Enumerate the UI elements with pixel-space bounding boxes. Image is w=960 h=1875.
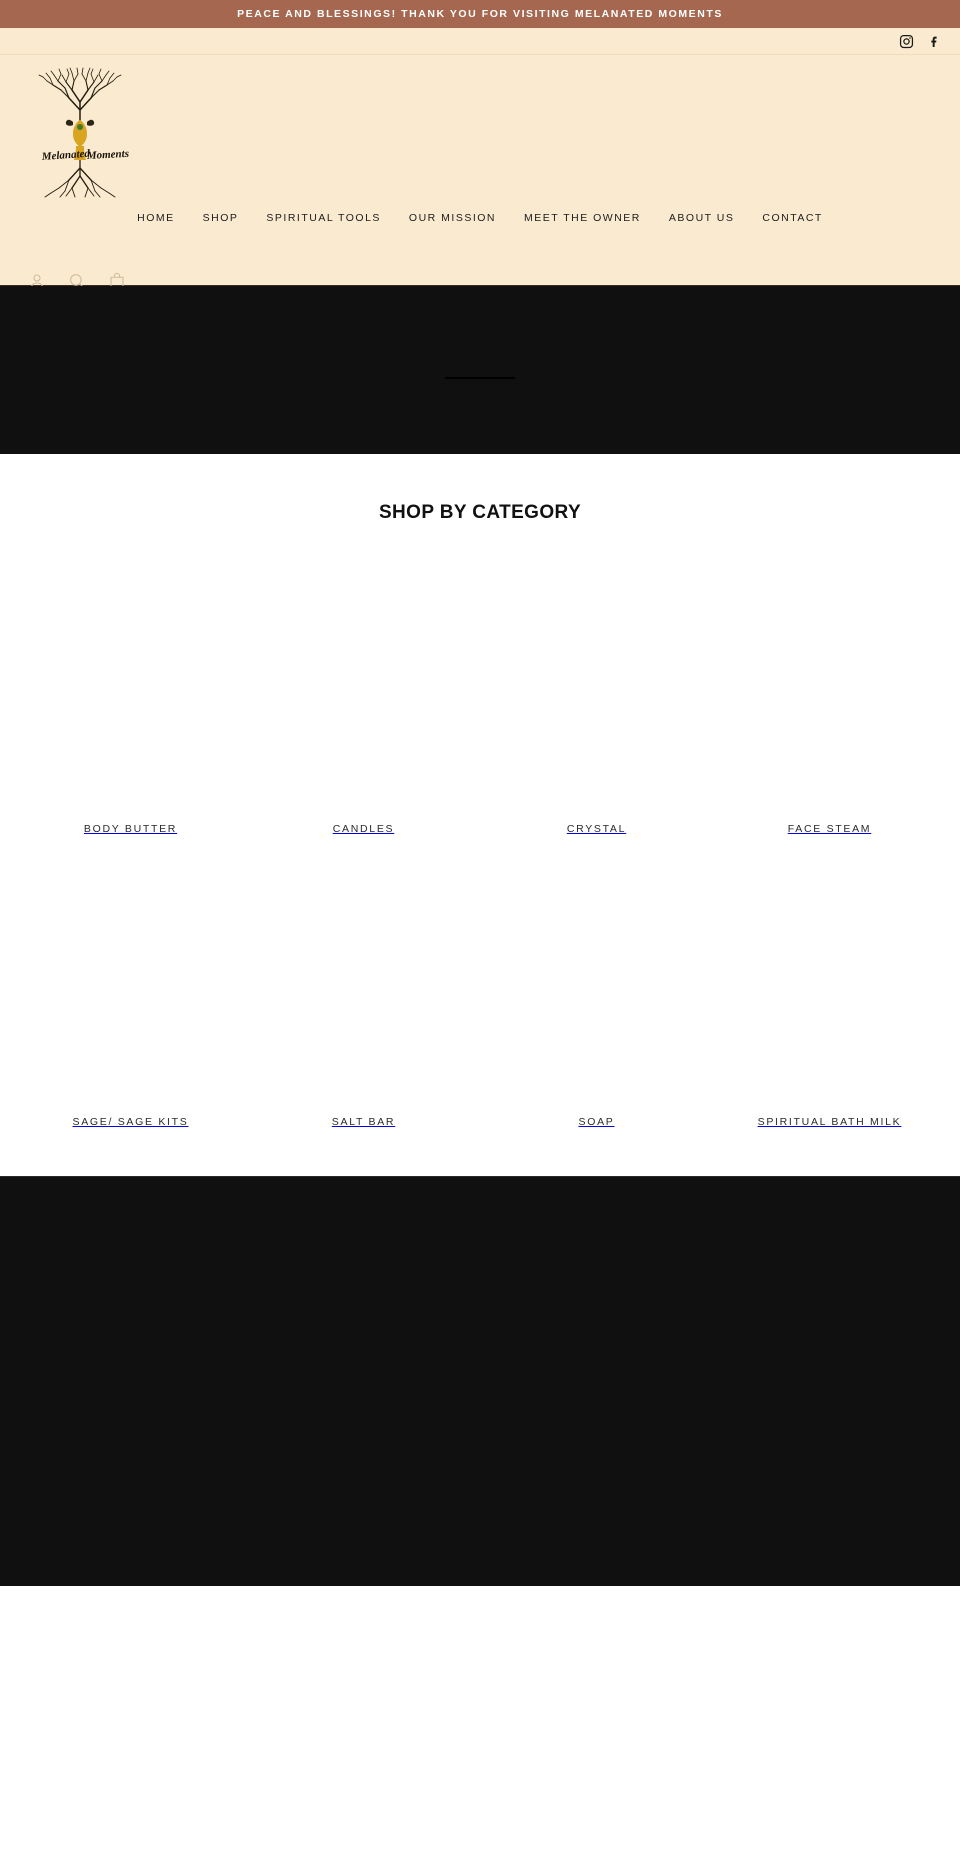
category-thumbnail [247,568,480,814]
category-thumbnail [713,861,946,1107]
nav-item-contact[interactable]: CONTACT [748,206,836,230]
category-thumbnail [14,568,247,814]
category-card-body-butter[interactable]: BODY BUTTER [14,542,247,835]
nav-item-our-mission[interactable]: OUR MISSION [395,206,510,230]
nav-item-shop[interactable]: SHOP [189,206,253,230]
instagram-icon[interactable] [899,34,914,49]
lower-feature-section [0,1176,960,1586]
category-card-spiritual-bath-milk[interactable]: SPIRITUAL BATH MILK [713,835,946,1128]
facebook-icon[interactable] [927,34,942,49]
category-label: CANDLES [332,823,395,835]
nav-item-spiritual-tools[interactable]: SPIRITUAL TOOLS [252,206,395,230]
primary-navigation: HOME SHOP SPIRITUAL TOOLS OUR MISSION ME… [0,206,960,230]
social-links-row [0,28,960,55]
announcement-bar: PEACE AND BLESSINGS! THANK YOU FOR VISIT… [0,0,960,28]
storefront-page: PEACE AND BLESSINGS! THANK YOU FOR VISIT… [0,0,960,1636]
category-label: SAGE/ SAGE KITS [72,1116,189,1128]
category-card-salt-bar[interactable]: SALT BAR [247,835,480,1128]
category-label: SPIRITUAL BATH MILK [757,1116,902,1128]
category-thumbnail [480,568,713,814]
shop-by-category-section: SHOP BY CATEGORY BODY BUTTER CANDLES CRY… [0,454,960,1176]
category-label: SALT BAR [331,1116,396,1128]
category-card-candles[interactable]: CANDLES [247,542,480,835]
category-label: BODY BUTTER [83,823,178,835]
announcement-text: PEACE AND BLESSINGS! THANK YOU FOR VISIT… [237,8,723,20]
nav-item-meet-the-owner[interactable]: MEET THE OWNER [510,206,655,230]
category-grid: BODY BUTTER CANDLES CRYSTAL FACE STEAM S… [0,542,960,1128]
page-bottom-spacer [0,1586,960,1636]
category-thumbnail [14,861,247,1107]
logo[interactable]: Melanated Moments [25,64,135,199]
section-title: SHOP BY CATEGORY [378,502,582,523]
hero-divider-rule [445,377,515,379]
svg-text:Moments: Moments [86,148,130,162]
category-card-crystal[interactable]: CRYSTAL [480,542,713,835]
category-card-soap[interactable]: SOAP [480,835,713,1128]
category-label: CRYSTAL [566,823,627,835]
hero-banner [0,286,960,454]
nav-item-home[interactable]: HOME [123,206,189,230]
category-thumbnail [713,568,946,814]
category-thumbnail [247,861,480,1107]
category-card-face-steam[interactable]: FACE STEAM [713,542,946,835]
svg-text:Melanated: Melanated [40,148,90,163]
category-label: SOAP [578,1116,615,1128]
category-thumbnail [480,861,713,1107]
site-header: Melanated Moments HOME SHOP SPIRITUAL TO… [0,28,960,289]
category-label: FACE STEAM [787,823,872,835]
nav-item-about-us[interactable]: ABOUT US [655,206,748,230]
category-card-sage-sage-kits[interactable]: SAGE/ SAGE KITS [14,835,247,1128]
